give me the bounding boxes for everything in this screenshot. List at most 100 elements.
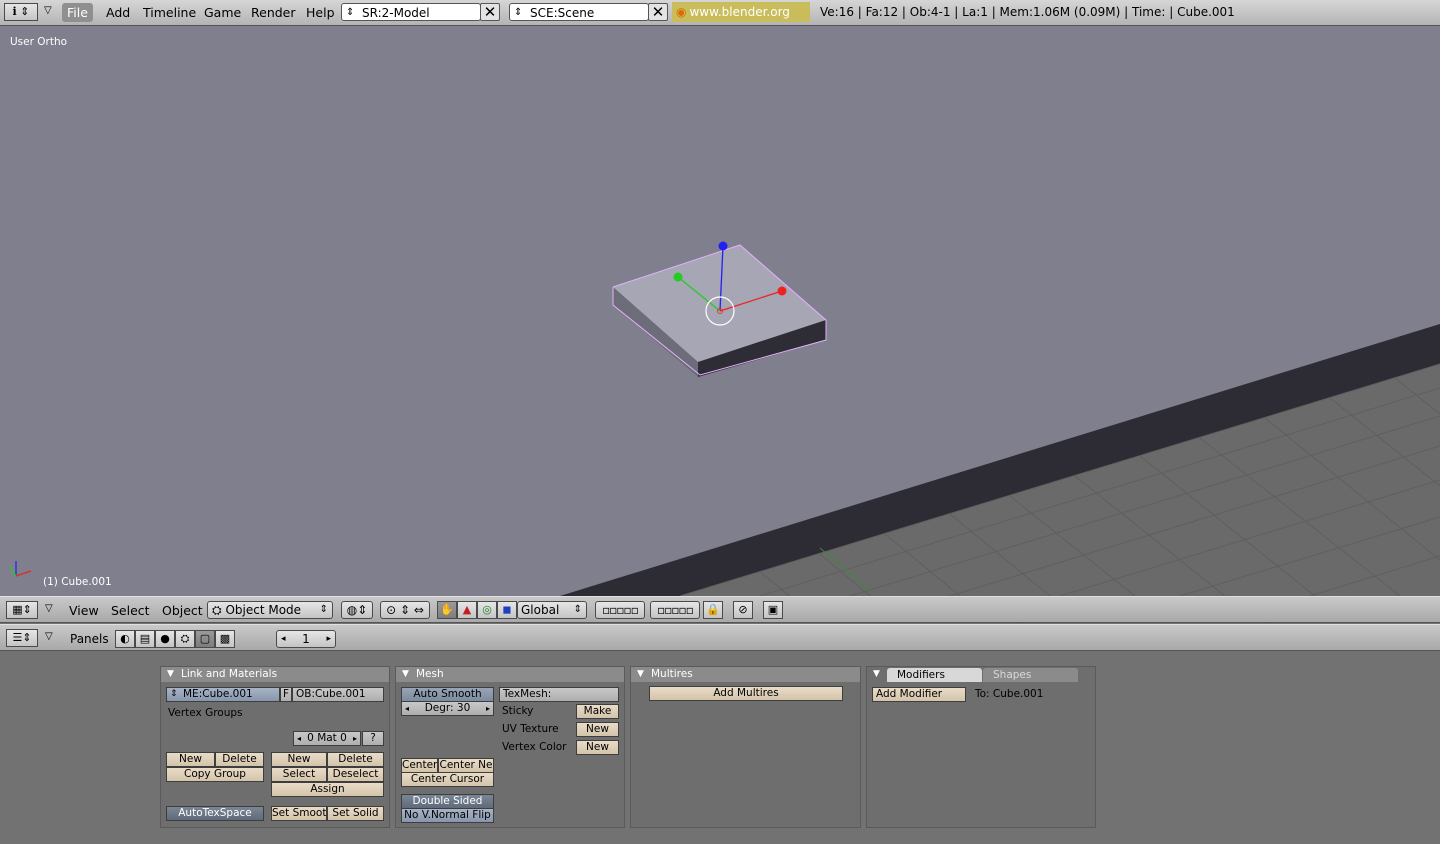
collapse-menu-icon[interactable]: ▽ bbox=[45, 631, 53, 642]
editor-type-button[interactable]: ☰⇕ bbox=[6, 629, 38, 647]
panel-link-materials: ▼ Link and Materials ⇕ ME:Cube.001 F OB:Cu… bbox=[160, 666, 390, 828]
panel-title-text: Multires bbox=[651, 668, 693, 680]
tab-shapes[interactable]: Shapes bbox=[983, 668, 1078, 682]
scene-stats: Ve:16 | Fa:12 | Ob:4-1 | La:1 | Mem:1.06… bbox=[820, 5, 1235, 19]
add-multires-button[interactable]: Add Multires bbox=[649, 686, 843, 701]
new-material-button[interactable]: New bbox=[271, 752, 327, 767]
panel-title[interactable]: ▼ Multires bbox=[631, 667, 860, 682]
copy-group-button[interactable]: Copy Group bbox=[166, 767, 264, 782]
updown-icon: ⇕ bbox=[319, 604, 328, 615]
scene-selector[interactable]: ⇕ SCE:Scene bbox=[509, 3, 649, 21]
menu-render[interactable]: Render bbox=[246, 3, 301, 22]
pivot-icon: ⊙ bbox=[386, 603, 397, 617]
panels-label: Panels bbox=[70, 632, 109, 646]
mesh-name: ME:Cube.001 bbox=[183, 688, 253, 700]
mesh-datablock-field[interactable]: ⇕ ME:Cube.001 bbox=[166, 687, 280, 702]
editing-context-button[interactable]: ▢ bbox=[195, 630, 215, 648]
panel-title-text: Link and Materials bbox=[181, 668, 278, 680]
panel-modifiers: ▼ Modifiers Shapes Add Modifier To: Cube… bbox=[866, 666, 1096, 828]
material-help-button[interactable]: ? bbox=[362, 731, 384, 746]
collapse-menu-icon[interactable]: ▽ bbox=[45, 603, 53, 614]
triangle-icon: ▲ bbox=[462, 603, 472, 616]
menu-help[interactable]: Help bbox=[301, 3, 340, 22]
viewport-canvas bbox=[9, 241, 1440, 596]
deselect-material-button[interactable]: Deselect bbox=[327, 767, 384, 782]
editor-type-button[interactable]: i ⇕ bbox=[4, 3, 38, 21]
website-link[interactable]: ◉www.blender.org 248 bbox=[672, 2, 810, 39]
assign-material-button[interactable]: Assign bbox=[271, 782, 384, 797]
3d-viewport[interactable]: User Ortho (1) Cube.001 bbox=[0, 26, 1440, 596]
menu-object[interactable]: Object bbox=[157, 601, 208, 620]
set-solid-button[interactable]: Set Solid bbox=[327, 806, 384, 821]
modifier-target-label: To: Cube.001 bbox=[975, 688, 1044, 700]
panel-title[interactable]: ▼ Link and Materials bbox=[161, 667, 389, 682]
menu-timeline[interactable]: Timeline bbox=[138, 3, 201, 22]
pivot-button[interactable]: ⊙ ⇕ ⇔ bbox=[380, 601, 430, 619]
frame-number-field[interactable]: ◂ 1 ▸ bbox=[276, 630, 336, 648]
uv-texture-label: UV Texture bbox=[502, 723, 559, 735]
center-button[interactable]: Center bbox=[401, 758, 438, 773]
smooth-degree-field[interactable]: ◂ Degr: 30 ▸ bbox=[401, 701, 494, 716]
uv-texture-new-button[interactable]: New bbox=[576, 722, 619, 737]
sticky-make-button[interactable]: Make bbox=[576, 704, 619, 719]
object-name-field[interactable]: OB:Cube.001 bbox=[292, 687, 384, 702]
arrow-left-icon: ◂ bbox=[281, 634, 286, 644]
orientation-label: Global bbox=[521, 603, 560, 617]
translate-manipulator[interactable]: ▲ bbox=[457, 601, 477, 619]
auto-smooth-toggle[interactable]: Auto Smooth bbox=[401, 687, 494, 702]
material-index-text: 0 Mat 0 bbox=[307, 732, 347, 744]
editor-type-button[interactable]: ▦⇕ bbox=[6, 601, 38, 619]
panel-title[interactable]: ▼ Mesh bbox=[396, 667, 624, 682]
panel-title-text: Mesh bbox=[416, 668, 444, 680]
menu-view[interactable]: View bbox=[64, 601, 104, 620]
center-cursor-button[interactable]: Center Cursor bbox=[401, 772, 494, 787]
proportional-edit-button[interactable]: ⊘ bbox=[733, 601, 753, 619]
vertex-color-new-button[interactable]: New bbox=[576, 740, 619, 755]
rotate-manipulator[interactable]: ◎ bbox=[477, 601, 497, 619]
orientation-selector[interactable]: Global ⇕ bbox=[517, 601, 587, 619]
render-button[interactable]: ▣ bbox=[763, 601, 783, 619]
select-material-button[interactable]: Select bbox=[271, 767, 327, 782]
set-smooth-button[interactable]: Set Smoot bbox=[271, 806, 327, 821]
texmesh-field[interactable]: TexMesh: bbox=[499, 687, 619, 702]
vertex-color-label: Vertex Color bbox=[502, 741, 567, 753]
image-icon: ▣ bbox=[767, 603, 779, 616]
object-context-button[interactable]: ⛭ bbox=[175, 630, 195, 648]
tab-modifiers[interactable]: Modifiers bbox=[887, 668, 982, 682]
layers-row-1[interactable]: ▫▫▫▫▫ bbox=[595, 601, 645, 619]
material-index-field[interactable]: ◂ 0 Mat 0 ▸ bbox=[293, 731, 361, 746]
new-vertex-group-button[interactable]: New bbox=[166, 752, 215, 767]
fake-user-button[interactable]: F bbox=[280, 687, 292, 702]
manipulator-toggle[interactable]: ✋ bbox=[437, 601, 457, 619]
screen-selector[interactable]: ⇕ SR:2-Model bbox=[341, 3, 481, 21]
menu-select[interactable]: Select bbox=[106, 601, 155, 620]
collapse-menu-icon[interactable]: ▽ bbox=[44, 5, 52, 16]
no-vnormal-flip-toggle[interactable]: No V.Normal Flip bbox=[401, 808, 494, 823]
menu-game[interactable]: Game bbox=[199, 3, 246, 22]
shading-icon: ◍ bbox=[346, 603, 358, 617]
double-sided-toggle[interactable]: Double Sided bbox=[401, 794, 494, 809]
axis-widget-icon bbox=[9, 561, 32, 577]
center-new-button[interactable]: Center Ne bbox=[438, 758, 494, 773]
draw-type-button[interactable]: ◍⇕ bbox=[341, 601, 373, 619]
scale-manipulator[interactable]: ◼ bbox=[497, 601, 517, 619]
scene-context-button[interactable]: ▩ bbox=[215, 630, 235, 648]
logic-context-button[interactable]: ◐ bbox=[115, 630, 135, 648]
layers-row-2[interactable]: ▫▫▫▫▫ bbox=[650, 601, 700, 619]
mode-selector[interactable]: ⛭ Object Mode ⇕ bbox=[207, 601, 333, 619]
3d-view-header: ▦⇕ ▽ View Select Object ⛭ Object Mode ⇕ … bbox=[0, 596, 1440, 623]
delete-material-button[interactable]: Delete bbox=[327, 752, 384, 767]
delete-screen-button[interactable]: ✕ bbox=[480, 3, 500, 21]
script-context-button[interactable]: ▤ bbox=[135, 630, 155, 648]
shading-context-button[interactable]: ● bbox=[155, 630, 175, 648]
menu-file[interactable]: File bbox=[62, 3, 93, 22]
menu-add[interactable]: Add bbox=[101, 3, 135, 22]
delete-scene-button[interactable]: ✕ bbox=[648, 3, 668, 21]
sphere-icon: ● bbox=[160, 632, 170, 645]
scene-name: SCE:Scene bbox=[530, 6, 595, 20]
delete-vertex-group-button[interactable]: Delete bbox=[215, 752, 264, 767]
autotexspace-toggle[interactable]: AutoTexSpace bbox=[166, 806, 264, 821]
info-icon: i bbox=[12, 5, 17, 18]
add-modifier-button[interactable]: Add Modifier bbox=[872, 687, 966, 702]
lock-layers-button[interactable]: 🔒 bbox=[703, 601, 723, 619]
